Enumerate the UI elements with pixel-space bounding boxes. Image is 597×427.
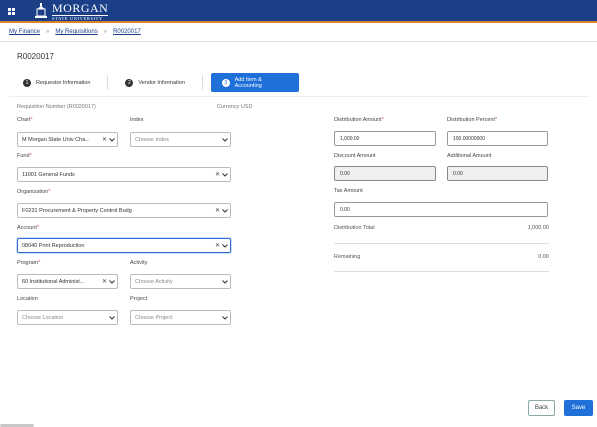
project-placeholder: Choose Project — [135, 314, 173, 321]
tab-vendor-information[interactable]: 2 Vendor Information — [114, 73, 195, 92]
account-label: Account* — [17, 225, 40, 231]
account-select[interactable]: 08040 Print Reproduction ✕ — [17, 238, 231, 253]
chevron-down-icon[interactable] — [107, 137, 117, 142]
chart-select[interactable]: M Morgan State Univ Cha... ✕ — [17, 132, 118, 147]
top-bar: MORGAN STATE UNIVERSITY — [0, 0, 597, 23]
divider — [334, 243, 549, 244]
tax-amount-label: Tax Amount — [334, 188, 363, 194]
tab-requestor-information[interactable]: 1 Requestor Information — [12, 73, 101, 92]
distribution-amount-input[interactable]: 1,000.00 — [334, 131, 436, 146]
breadcrumb-divider — [0, 41, 597, 42]
additional-amount-input: 0.00 — [447, 166, 548, 181]
program-select[interactable]: 60 Institutional Administ... ✕ — [17, 274, 118, 289]
step-tabs: 1 Requestor Information 2 Vendor Informa… — [12, 73, 299, 92]
program-value: 60 Institutional Administ... — [22, 278, 85, 285]
chevron-down-icon[interactable] — [220, 137, 230, 142]
distribution-total-value: 1,000.00 — [527, 225, 549, 231]
activity-label: Activity — [130, 260, 148, 266]
account-value: 08040 Print Reproduction — [22, 242, 85, 249]
breadcrumb: My Finance » My Requisitions » R0020017 — [9, 29, 141, 35]
remaining-label: Remaining — [334, 254, 361, 260]
project-label: Project — [130, 296, 148, 302]
distribution-percent-label: Distribution Percent* — [447, 117, 498, 123]
step-number: 1 — [23, 78, 31, 87]
breadcrumb-my-requisitions[interactable]: My Requisitions — [55, 29, 97, 35]
program-label: Program* — [17, 260, 41, 266]
step-number: 3 — [221, 78, 230, 87]
chevron-down-icon[interactable] — [107, 315, 117, 320]
step-divider — [107, 75, 109, 90]
step-label: Add Item & Accounting — [234, 76, 262, 89]
location-placeholder: Choose Location — [22, 314, 64, 321]
breadcrumb-my-finance[interactable]: My Finance — [9, 29, 40, 35]
distribution-total-label: Distribution Total — [334, 225, 375, 231]
step-divider — [201, 75, 203, 90]
fund-value: 11001 General Funds — [22, 171, 75, 178]
chevron-down-icon[interactable] — [220, 279, 230, 284]
breadcrumb-separator: » — [103, 29, 108, 35]
remaining-value: 0.00 — [538, 254, 549, 260]
tab-add-item-accounting[interactable]: 3 Add Item & Accounting — [210, 73, 299, 92]
building-icon — [35, 3, 47, 18]
chevron-down-icon[interactable] — [220, 172, 230, 177]
currency-label: Currency USD — [217, 104, 253, 110]
index-label: Index — [130, 117, 144, 123]
step-label: Requestor Information — [36, 79, 91, 86]
chevron-down-icon[interactable] — [220, 243, 230, 248]
discount-amount-input: 0.00 — [334, 166, 436, 181]
logo-sub-text: STATE UNIVERSITY — [52, 14, 109, 22]
requisition-number: Requisition Number (R0020017) — [17, 104, 96, 110]
location-label: Location — [17, 296, 38, 302]
distribution-amount-label: Distribution Amount* — [334, 117, 384, 123]
university-logo[interactable]: MORGAN STATE UNIVERSITY — [34, 0, 109, 22]
back-button[interactable]: Back — [528, 400, 555, 416]
chevron-down-icon[interactable] — [220, 208, 230, 213]
chevron-down-icon[interactable] — [220, 315, 230, 320]
logo-main-text: MORGAN — [52, 0, 109, 15]
fund-label: Fund* — [17, 153, 32, 159]
step-label: Vendor Information — [138, 79, 185, 86]
organization-label: Organization* — [17, 189, 51, 195]
discount-amount-label: Discount Amount — [334, 153, 376, 159]
grid-menu-icon[interactable] — [8, 8, 15, 15]
tax-amount-input[interactable]: 0.00 — [334, 202, 548, 217]
steps-divider — [9, 96, 589, 97]
chart-label: Chart* — [17, 117, 33, 123]
step-number: 2 — [125, 78, 134, 87]
location-select[interactable]: Choose Location — [17, 310, 118, 325]
distribution-total-row: Distribution Total 1,000.00 — [334, 225, 549, 231]
distribution-percent-input[interactable]: 100.00000000 — [447, 131, 548, 146]
activity-placeholder: Choose Activity — [135, 278, 173, 285]
chevron-down-icon[interactable] — [107, 279, 117, 284]
breadcrumb-separator: » — [46, 29, 50, 35]
index-placeholder: Choose Index — [135, 136, 169, 143]
additional-amount-label: Additional Amount — [447, 153, 492, 159]
chart-value: M Morgan State Univ Cha... — [22, 136, 90, 143]
save-button[interactable]: Save — [564, 400, 593, 416]
remaining-row: Remaining 0.00 — [334, 254, 549, 260]
index-select[interactable]: Choose Index — [130, 132, 231, 147]
divider — [334, 271, 549, 272]
page-title: R0020017 — [17, 52, 54, 61]
breadcrumb-requisition[interactable]: R0020017 — [113, 29, 141, 35]
fund-select[interactable]: 11001 General Funds ✕ — [17, 167, 231, 182]
organization-value: F0231 Procurement & Property Control Bud… — [22, 207, 132, 214]
project-select[interactable]: Choose Project — [130, 310, 231, 325]
activity-select[interactable]: Choose Activity — [130, 274, 231, 289]
organization-select[interactable]: F0231 Procurement & Property Control Bud… — [17, 203, 231, 218]
